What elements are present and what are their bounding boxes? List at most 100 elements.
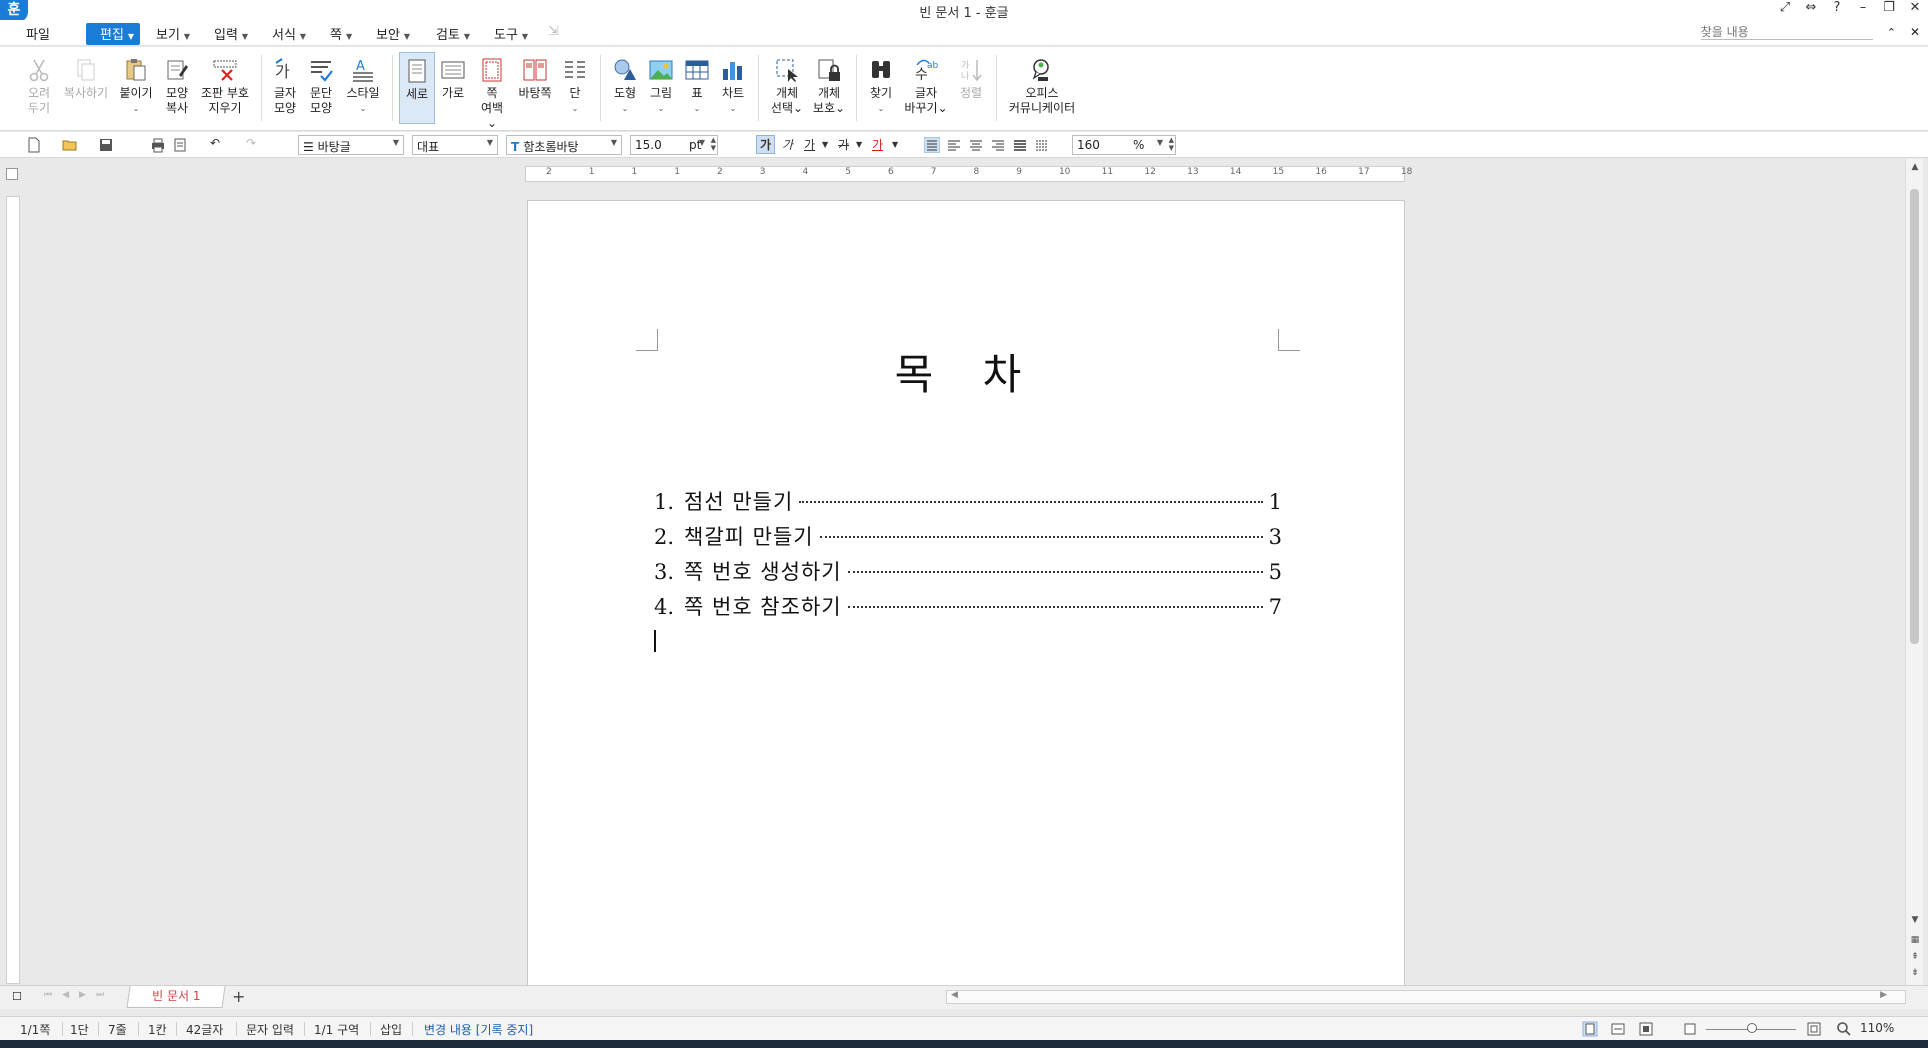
horizontal-ruler[interactable]: 2 1 1 1 2 3 4 5 6 7 8 9 10 11 12 13 14 15 16 17 18 [525, 166, 1412, 182]
menu-view[interactable]: 보기 ▼ [156, 24, 190, 43]
collapse-ribbon-icon[interactable]: ⌃ [1887, 26, 1896, 39]
document-page[interactable]: 목 차 1. 점선 만들기 1 2. 책갈피 만들기 3 3. 쪽 번호 생성하… [527, 200, 1405, 990]
protect-object-button[interactable]: 개체 보호⌄ [812, 57, 846, 116]
ruler-number: 10 [1058, 167, 1071, 177]
minimize-button[interactable]: – [1856, 0, 1870, 15]
print-icon[interactable] [150, 137, 166, 153]
scroll-down-icon[interactable]: ▼ [1909, 914, 1921, 926]
tab-nav-icon[interactable]: ⏮◀▶⏭ [44, 990, 114, 1000]
find-button[interactable]: 찾기 ⌄ [866, 57, 896, 116]
vertical-ruler[interactable] [6, 196, 20, 984]
print-preview-icon[interactable] [172, 137, 188, 153]
tab-list-icon[interactable]: ☐ [12, 990, 22, 1003]
chevron-down-icon[interactable]: ▼ [822, 140, 828, 149]
page-view-icon[interactable]: ▦ [1909, 934, 1921, 946]
close-doc-icon[interactable]: ✕ [1910, 25, 1920, 39]
scrollbar-thumb[interactable] [1910, 189, 1919, 644]
style-select[interactable]: ☰ 바탕글 ▼ [298, 135, 404, 155]
clear-codes-button[interactable]: 조판 부호 지우기 [200, 57, 250, 116]
magnifier-icon[interactable] [1836, 1021, 1852, 1037]
office-communicator-button[interactable]: 오피스 커뮤니케이터 [1006, 57, 1078, 116]
select-object-button[interactable]: 개체 선택⌄ [770, 57, 804, 116]
pin-icon[interactable]: ⇲ [548, 24, 559, 39]
chevron-down-icon[interactable]: ▼ [892, 140, 898, 149]
menu-edit[interactable]: 편집 ▼ [86, 23, 141, 45]
menu-tools[interactable]: 도구 ▼ [494, 24, 528, 43]
align-right-icon[interactable] [990, 137, 1006, 153]
landscape-button[interactable]: 가로 [438, 57, 468, 101]
strikethrough-button[interactable]: 가 [838, 136, 849, 153]
font-select[interactable]: T 함초롬바탕 ▼ [506, 135, 622, 155]
para-shape-icon [311, 61, 333, 82]
prev-page-icon[interactable]: ⇞ [1909, 951, 1921, 963]
spinner-icon[interactable]: ▲ ▼ [711, 136, 716, 152]
restore-button[interactable]: ❐ [1882, 0, 1896, 15]
char-shape-button[interactable]: 가 글자 모양 [270, 57, 300, 116]
shapes-button[interactable]: 도형 ⌄ [610, 57, 640, 116]
scroll-right-icon[interactable]: ▶ [1880, 990, 1887, 1000]
paste-button[interactable]: 붙이기 ⌄ [118, 57, 154, 116]
master-page-button[interactable]: 바탕쪽 [516, 57, 554, 101]
ruler-corner[interactable] [6, 168, 18, 180]
page-view-mode-icon[interactable] [1638, 1021, 1654, 1037]
sort-button[interactable]: 가나 정렬 [956, 57, 986, 101]
resize-icon[interactable]: ⇔ [1804, 0, 1818, 15]
cut-button[interactable]: 오려 두기 [24, 57, 54, 116]
menu-format[interactable]: 서식 ▼ [272, 24, 306, 43]
font-color-button[interactable]: 가 [872, 136, 883, 153]
fullscreen-icon[interactable]: ⤢ [1778, 0, 1792, 15]
close-button[interactable]: ✕ [1908, 0, 1922, 15]
style-button[interactable]: A 스타일 ⌄ [344, 57, 382, 116]
align-left-icon[interactable] [946, 137, 962, 153]
columns-button[interactable]: 단 ⌄ [560, 57, 590, 116]
redo-icon[interactable]: ↷ [246, 136, 256, 150]
underline-button[interactable]: 가 [804, 136, 815, 153]
line-spacing-field[interactable]: 160 % ▼ ▲ ▼ [1072, 135, 1176, 155]
language-select[interactable]: 대표 ▼ [412, 135, 498, 155]
new-document-icon[interactable] [26, 137, 42, 153]
save-icon[interactable] [98, 137, 114, 153]
menu-review[interactable]: 검토 ▼ [436, 24, 470, 43]
help-icon[interactable]: ? [1830, 0, 1844, 15]
zoom-in-icon[interactable] [1806, 1021, 1822, 1037]
align-divide-icon[interactable] [1034, 137, 1050, 153]
scroll-left-icon[interactable]: ◀ [951, 990, 958, 1000]
page-margin-button[interactable]: 쪽 여백⌄ [477, 57, 507, 131]
bold-button[interactable]: 가 [756, 135, 776, 154]
menu-page[interactable]: 쪽 ▼ [330, 24, 352, 43]
spinner-icon[interactable]: ▲ ▼ [1169, 136, 1174, 152]
italic-button[interactable]: 가 [782, 136, 793, 153]
picture-button[interactable]: 그림 ⌄ [646, 57, 676, 116]
menu-file[interactable]: 파일 [26, 24, 50, 43]
add-tab-button[interactable]: + [232, 987, 245, 1006]
scroll-up-icon[interactable]: ▲ [1909, 161, 1921, 173]
copy-button[interactable]: 복사하기 [62, 57, 110, 101]
open-folder-icon[interactable] [62, 137, 78, 153]
chevron-down-icon[interactable]: ▼ [856, 140, 862, 149]
align-distribute-icon[interactable] [1012, 137, 1028, 153]
zoom-slider-handle[interactable] [1747, 1023, 1757, 1033]
align-center-icon[interactable] [968, 137, 984, 153]
align-justify-icon[interactable] [924, 137, 940, 153]
vertical-scrollbar[interactable]: ▲ ▼ ▦ ⇞ ⇟ [1905, 159, 1923, 985]
normal-view-icon[interactable] [1582, 1021, 1598, 1037]
track-changes-status[interactable]: 변경 내용 [기록 중지] [424, 1021, 533, 1038]
tab-document[interactable]: 빈 문서 1 [126, 986, 226, 1008]
next-page-icon[interactable]: ⇟ [1909, 967, 1921, 979]
table-button[interactable]: 표 ⌄ [682, 57, 712, 116]
status-insert-mode[interactable]: 삽입 [380, 1021, 402, 1038]
zoom-out-icon[interactable] [1682, 1021, 1698, 1037]
portrait-button[interactable]: 세로 [399, 52, 435, 124]
format-copy-button[interactable]: 모양 복사 [162, 57, 192, 116]
font-size-field[interactable]: 15.0 pt ▼ ▲ ▼ [630, 135, 718, 155]
horizontal-scrollbar[interactable]: ◀ ▶ [946, 990, 1906, 1004]
full-width-view-icon[interactable] [1610, 1021, 1626, 1037]
zoom-level[interactable]: 110% [1860, 1021, 1894, 1035]
find-input[interactable] [1700, 24, 1873, 40]
replace-button[interactable]: 수 ab 글자 바꾸기⌄ [904, 57, 948, 116]
para-shape-button[interactable]: 문단 모양 [306, 57, 336, 116]
undo-icon[interactable]: ↶ [210, 136, 220, 150]
menu-insert[interactable]: 입력 ▼ [214, 24, 248, 43]
menu-security[interactable]: 보안 ▼ [376, 24, 410, 43]
chart-button[interactable]: 차트 ⌄ [718, 57, 748, 116]
